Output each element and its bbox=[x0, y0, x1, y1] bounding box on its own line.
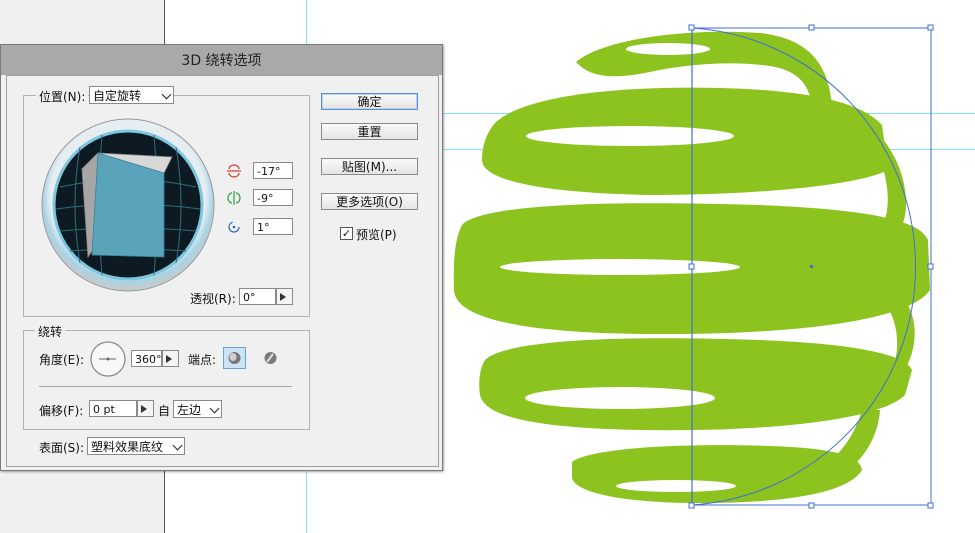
map-art-button[interactable]: 贴图(M)... bbox=[321, 158, 418, 175]
rotate-y-field[interactable]: -9° bbox=[253, 189, 293, 206]
cap-on-icon bbox=[228, 352, 241, 364]
revolve-separator bbox=[39, 386, 292, 387]
track-cube-rotator[interactable] bbox=[40, 117, 216, 293]
rotate-x-icon bbox=[227, 164, 241, 178]
surface-select[interactable]: 塑料效果底纹 bbox=[87, 437, 185, 455]
angle-stepper[interactable] bbox=[162, 350, 179, 367]
rotate-x-field[interactable]: -17° bbox=[253, 162, 293, 179]
checkmark-icon: ✓ bbox=[341, 227, 352, 240]
position-select[interactable]: 自定旋转 bbox=[89, 86, 174, 104]
cap-on-button[interactable] bbox=[223, 347, 246, 369]
rotate-z-field[interactable]: 1° bbox=[253, 218, 293, 235]
position-label: 位置(N): bbox=[36, 88, 89, 105]
more-options-button[interactable]: 更多选项(O) bbox=[321, 193, 418, 210]
chevron-down-icon bbox=[172, 440, 183, 451]
position-select-value: 自定旋转 bbox=[93, 89, 142, 103]
preview-checkbox[interactable]: ✓ bbox=[340, 227, 353, 240]
rotate-z-icon bbox=[228, 221, 240, 233]
revolve-group-label: 绕转 bbox=[35, 323, 66, 340]
from-select-value: 左边 bbox=[177, 403, 202, 417]
chevron-down-icon bbox=[161, 89, 172, 100]
dialog-titlebar[interactable]: 3D 绕转选项 bbox=[1, 45, 442, 75]
from-select[interactable]: 左边 bbox=[173, 400, 222, 418]
perspective-stepper[interactable] bbox=[276, 288, 293, 305]
perspective-label: 透视(R): bbox=[190, 292, 236, 306]
angle-label: 角度(E): bbox=[39, 353, 84, 367]
cube-icon bbox=[81, 152, 173, 259]
offset-stepper[interactable] bbox=[137, 400, 154, 417]
offset-label: 偏移(F): bbox=[39, 404, 84, 418]
from-label: 自 bbox=[158, 404, 171, 418]
surface-label: 表面(S): bbox=[39, 441, 85, 455]
angle-dial[interactable] bbox=[89, 340, 127, 378]
rotate-y-icon bbox=[227, 191, 241, 205]
cap-off-icon bbox=[264, 352, 277, 364]
reset-button[interactable]: 重置 bbox=[321, 123, 418, 140]
chevron-down-icon bbox=[209, 403, 220, 414]
dialog-title: 3D 绕转选项 bbox=[181, 53, 262, 69]
surface-select-value: 塑料效果底纹 bbox=[91, 440, 164, 454]
cap-off-button[interactable] bbox=[259, 347, 282, 369]
offset-field[interactable]: 0 pt bbox=[89, 400, 137, 417]
preview-label[interactable]: 预览(P) bbox=[356, 226, 397, 243]
ok-button[interactable]: 确定 bbox=[321, 93, 418, 110]
angle-field[interactable]: 360° bbox=[131, 350, 162, 367]
cap-label: 端点: bbox=[188, 353, 217, 367]
perspective-field[interactable]: 0° bbox=[239, 288, 276, 305]
